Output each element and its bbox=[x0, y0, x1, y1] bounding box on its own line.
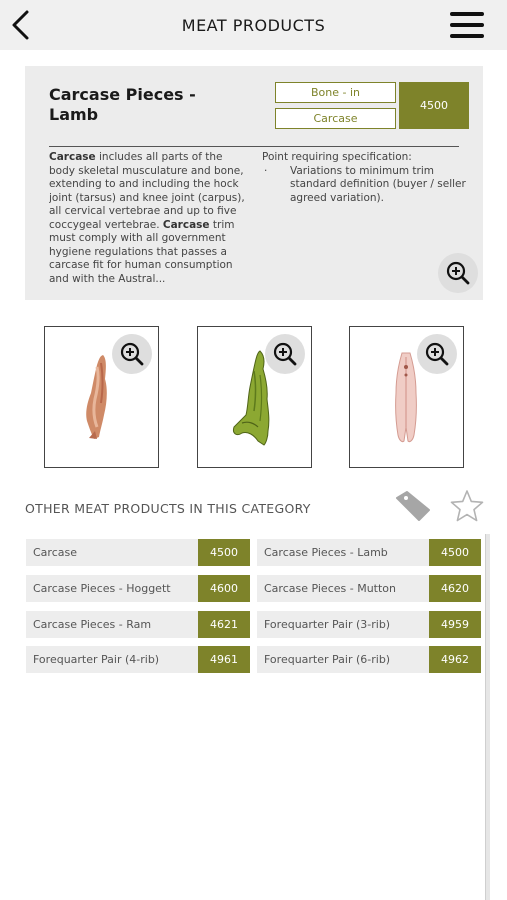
star-outline-icon bbox=[450, 490, 484, 522]
tag-filter-button[interactable] bbox=[395, 490, 431, 522]
tag-carcase-button[interactable]: Carcase bbox=[275, 108, 396, 129]
tag-bone-in-button[interactable]: Bone - in bbox=[275, 82, 396, 103]
list-item[interactable]: Carcase 4500 bbox=[26, 539, 250, 566]
product-name: Carcase bbox=[33, 546, 77, 559]
product-code-badge: 4500 bbox=[399, 82, 469, 129]
zoom-in-icon bbox=[425, 342, 449, 366]
product-code: 4620 bbox=[429, 575, 481, 602]
product-name: Carcase Pieces - Hoggett bbox=[33, 582, 171, 595]
product-name: Carcase Pieces - Ram bbox=[33, 618, 152, 631]
favorite-button[interactable] bbox=[449, 489, 485, 523]
product-image-1[interactable] bbox=[44, 326, 159, 468]
product-description: Carcase includes all parts of the body s… bbox=[49, 151, 247, 288]
product-title: Carcase Pieces - Lamb bbox=[49, 85, 196, 124]
list-item[interactable]: Carcase Pieces - Ram 4621 bbox=[26, 611, 250, 638]
spec-text: Variations to minimum trim standard defi… bbox=[290, 164, 466, 204]
spec-list-item: · Variations to minimum trim standard de… bbox=[262, 165, 467, 206]
product-code: 4961 bbox=[198, 646, 250, 673]
product-image-2[interactable] bbox=[197, 326, 312, 468]
product-code: 4959 bbox=[429, 611, 481, 638]
zoom-image-1-button[interactable] bbox=[112, 334, 152, 374]
spec-heading: Point requiring specification: bbox=[262, 151, 412, 163]
list-item[interactable]: Carcase Pieces - Mutton 4620 bbox=[257, 575, 481, 602]
product-name: Forequarter Pair (6-rib) bbox=[264, 653, 391, 666]
description-term: Carcase bbox=[49, 151, 96, 163]
zoom-in-icon bbox=[446, 261, 470, 285]
list-item[interactable]: Carcase Pieces - Hoggett 4600 bbox=[26, 575, 250, 602]
product-code: 4621 bbox=[198, 611, 250, 638]
product-name: Carcase Pieces - Mutton bbox=[264, 582, 396, 595]
specification-panel: Point requiring specification: · Variati… bbox=[262, 151, 467, 205]
top-bar: MEAT PRODUCTS bbox=[0, 0, 507, 50]
page-title: MEAT PRODUCTS bbox=[181, 16, 326, 35]
description-term: Carcase bbox=[162, 218, 210, 231]
zoom-image-3-button[interactable] bbox=[417, 334, 457, 374]
list-item[interactable]: Carcase Pieces - Lamb 4500 bbox=[257, 539, 481, 566]
menu-button[interactable] bbox=[449, 10, 485, 40]
zoom-image-2-button[interactable] bbox=[265, 334, 305, 374]
divider bbox=[49, 146, 459, 147]
list-item[interactable]: Forequarter Pair (3-rib) 4959 bbox=[257, 611, 481, 638]
product-name: Carcase Pieces - Lamb bbox=[264, 546, 388, 559]
product-name: Forequarter Pair (4-rib) bbox=[33, 653, 160, 666]
zoom-in-icon bbox=[273, 342, 297, 366]
list-item[interactable]: Forequarter Pair (6-rib) 4962 bbox=[257, 646, 481, 673]
product-code: 4500 bbox=[198, 539, 250, 566]
product-code: 4962 bbox=[429, 646, 481, 673]
product-code: 4500 bbox=[429, 539, 481, 566]
zoom-in-icon bbox=[120, 342, 144, 366]
product-image-3[interactable] bbox=[349, 326, 464, 468]
scrollbar[interactable] bbox=[485, 534, 490, 900]
product-name: Forequarter Pair (3-rib) bbox=[264, 618, 391, 631]
list-item[interactable]: Forequarter Pair (4-rib) 4961 bbox=[26, 646, 250, 673]
zoom-description-button[interactable] bbox=[438, 253, 478, 293]
product-detail-card: Carcase Pieces - Lamb Bone - in Carcase … bbox=[25, 66, 483, 300]
product-code: 4600 bbox=[198, 575, 250, 602]
bullet: · bbox=[264, 164, 268, 177]
section-title: OTHER MEAT PRODUCTS IN THIS CATEGORY bbox=[25, 501, 311, 516]
hamburger-menu-icon bbox=[450, 12, 484, 38]
tag-icon bbox=[396, 491, 430, 521]
